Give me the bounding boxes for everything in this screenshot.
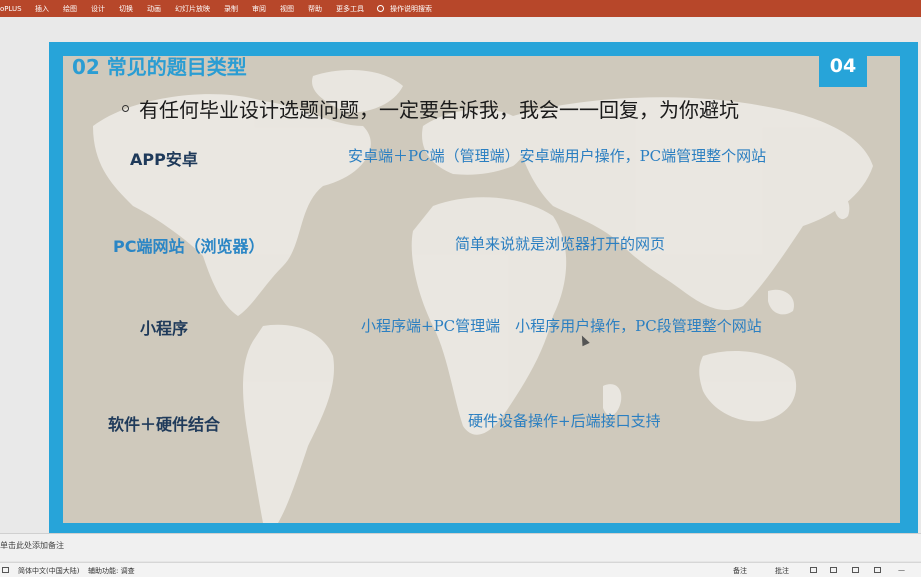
tab-review[interactable]: 审阅 bbox=[245, 4, 273, 14]
slide-view-icon[interactable] bbox=[2, 566, 9, 574]
slide-sorter-icon[interactable] bbox=[830, 566, 837, 574]
reading-view-icon[interactable] bbox=[852, 566, 859, 574]
tab-draw[interactable]: 绘图 bbox=[56, 4, 84, 14]
tab-animations[interactable]: 动画 bbox=[140, 4, 168, 14]
tab-view[interactable]: 视图 bbox=[273, 4, 301, 14]
tab-slideshow[interactable]: 幻灯片放映 bbox=[168, 4, 217, 14]
normal-view-icon[interactable] bbox=[810, 566, 817, 574]
row-desc-pc-web: 简单来说就是浏览器打开的网页 bbox=[455, 235, 666, 253]
notes-placeholder[interactable]: 单击此处添加备注 bbox=[0, 540, 64, 551]
world-map-background bbox=[93, 70, 873, 523]
notes-pane[interactable]: 单击此处添加备注 bbox=[0, 533, 921, 561]
slide-body bbox=[63, 56, 900, 523]
slide-number-badge: 04 bbox=[819, 44, 867, 87]
tab-insert[interactable]: 插入 bbox=[28, 4, 56, 14]
search-label: 操作说明搜索 bbox=[390, 4, 432, 13]
row-label-pc-web: PC端网站（浏览器） bbox=[113, 237, 265, 256]
row-desc-app: 安卓端＋PC端（管理端）安卓端用户操作，PC端管理整个网站 bbox=[348, 147, 767, 165]
language-status[interactable]: 简体中文(中国大陆) bbox=[18, 566, 79, 576]
bullet-icon bbox=[122, 105, 129, 112]
tab-help[interactable]: 帮助 bbox=[301, 4, 329, 14]
zoom-out-icon[interactable]: — bbox=[898, 566, 905, 574]
row-desc-miniprogram: 小程序端+PC管理端 小程序用户操作，PC段管理整个网站 bbox=[361, 317, 762, 335]
tell-me-search[interactable]: 操作说明搜索 bbox=[377, 4, 432, 14]
tab-record[interactable]: 录制 bbox=[217, 4, 245, 14]
bullet-text: 有任何毕业设计选题问题，一定要告诉我，我会一一回复，为你避坑 bbox=[122, 94, 739, 123]
slideshow-icon[interactable] bbox=[874, 566, 881, 574]
row-label-miniprogram: 小程序 bbox=[140, 319, 189, 338]
accessibility-status[interactable]: 辅助功能: 调查 bbox=[88, 566, 135, 576]
row-desc-software-hardware: 硬件设备操作+后端接口支持 bbox=[468, 412, 661, 430]
tab-design[interactable]: 设计 bbox=[84, 4, 112, 14]
ribbon-bar: oPLUS 插入 绘图 设计 切换 动画 幻灯片放映 录制 审阅 视图 帮助 更… bbox=[0, 0, 921, 17]
comments-button[interactable]: 批注 bbox=[775, 566, 789, 576]
slide-title: 02 常见的题目类型 bbox=[72, 55, 247, 79]
row-label-software-hardware: 软件＋硬件结合 bbox=[108, 415, 221, 434]
tab-more-tools[interactable]: 更多工具 bbox=[329, 4, 371, 14]
notes-button[interactable]: 备注 bbox=[733, 566, 747, 576]
bullet-text-content: 有任何毕业设计选题问题，一定要告诉我，我会一一回复，为你避坑 bbox=[139, 98, 739, 122]
status-bar: 简体中文(中国大陆) 辅助功能: 调查 备注 批注 — bbox=[0, 562, 921, 577]
app-label: oPLUS bbox=[0, 4, 22, 13]
lightbulb-icon bbox=[377, 5, 384, 12]
tab-transitions[interactable]: 切换 bbox=[112, 4, 140, 14]
row-label-app: APP安卓 bbox=[130, 150, 198, 169]
